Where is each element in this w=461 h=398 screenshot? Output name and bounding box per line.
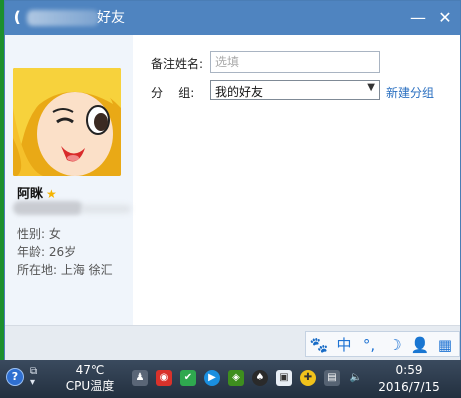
- profile-location: 所在地: 上海 徐汇: [17, 263, 113, 277]
- qq-logo-icon: ❪: [11, 8, 24, 26]
- profile-gender: 性别: 女: [17, 227, 61, 241]
- network-icon[interactable]: ▣: [276, 370, 292, 386]
- volume-icon[interactable]: 🔈: [348, 370, 364, 386]
- moon-icon[interactable]: ☽: [384, 335, 406, 355]
- video-player-icon[interactable]: ▶: [204, 370, 220, 386]
- netease-music-icon[interactable]: ◉: [156, 370, 172, 386]
- avatar-cartoon-icon: [13, 68, 121, 176]
- star-icon: ★: [46, 187, 57, 201]
- profile-name: 阿眯: [17, 187, 44, 202]
- app-tray-icon[interactable]: ✚: [300, 370, 316, 386]
- profile-name-row: 阿眯 ★: [17, 183, 57, 202]
- add-friend-window: ❪ 好友 — ✕ 阿眯 ★ 性别: 女 年龄: 26岁 所在地: 上海 徐汇 备注…: [4, 0, 461, 360]
- group-label: 分 组:: [151, 86, 195, 100]
- nvidia-icon[interactable]: ◈: [228, 370, 244, 386]
- ime-chinese-mode[interactable]: 中: [333, 335, 355, 355]
- taskbar: ? ⧉ ▾ 47℃ CPU温度 ♟ ◉ ✔ ▶ ◈ ♠ ▣ ✚ ▤ 🔈 0:59 …: [0, 360, 461, 398]
- close-button[interactable]: ✕: [434, 7, 456, 29]
- taskbar-switch-icon[interactable]: ⧉ ▾: [30, 366, 37, 388]
- title-bar[interactable]: ❪ 好友 — ✕: [5, 1, 460, 35]
- blurred-account-tail: [81, 205, 131, 213]
- title-blurred-text: [27, 10, 99, 26]
- new-group-link[interactable]: 新建分组: [386, 84, 434, 101]
- grid-icon[interactable]: ▦: [434, 335, 456, 355]
- system-clock[interactable]: 0:59 2016/7/15: [372, 362, 446, 396]
- clock-time: 0:59: [395, 363, 423, 377]
- group-select[interactable]: 我的好友 ▼: [210, 80, 380, 100]
- security-shield-icon[interactable]: ✔: [180, 370, 196, 386]
- cpu-temperature[interactable]: 47℃ CPU温度: [64, 362, 116, 394]
- cpu-temperature-value: 47℃: [75, 363, 105, 377]
- help-icon[interactable]: ?: [6, 368, 24, 386]
- window-title: 好友: [97, 10, 125, 26]
- remark-name-input[interactable]: [210, 51, 380, 73]
- penguin-tray-icon[interactable]: ♟: [132, 370, 148, 386]
- display-icon[interactable]: ▤: [324, 370, 340, 386]
- paw-icon[interactable]: 🐾: [308, 335, 330, 355]
- qq-tray-icon[interactable]: ♠: [252, 370, 268, 386]
- user-icon[interactable]: 👤: [409, 335, 431, 355]
- clock-date: 2016/7/15: [378, 380, 440, 394]
- ime-punctuation-mode[interactable]: °,: [358, 335, 380, 355]
- avatar[interactable]: [13, 68, 121, 176]
- cpu-temperature-label: CPU温度: [65, 379, 115, 393]
- dropdown-arrow-icon: ▼: [367, 82, 375, 93]
- ime-toolbar: 🐾 中 °, ☽ 👤 ▦: [305, 331, 460, 357]
- remark-label: 备注姓名:: [151, 57, 204, 71]
- profile-age: 年龄: 26岁: [17, 245, 77, 259]
- blurred-account: [13, 201, 83, 215]
- group-select-value: 我的好友: [215, 85, 264, 99]
- minimize-button[interactable]: —: [407, 7, 429, 29]
